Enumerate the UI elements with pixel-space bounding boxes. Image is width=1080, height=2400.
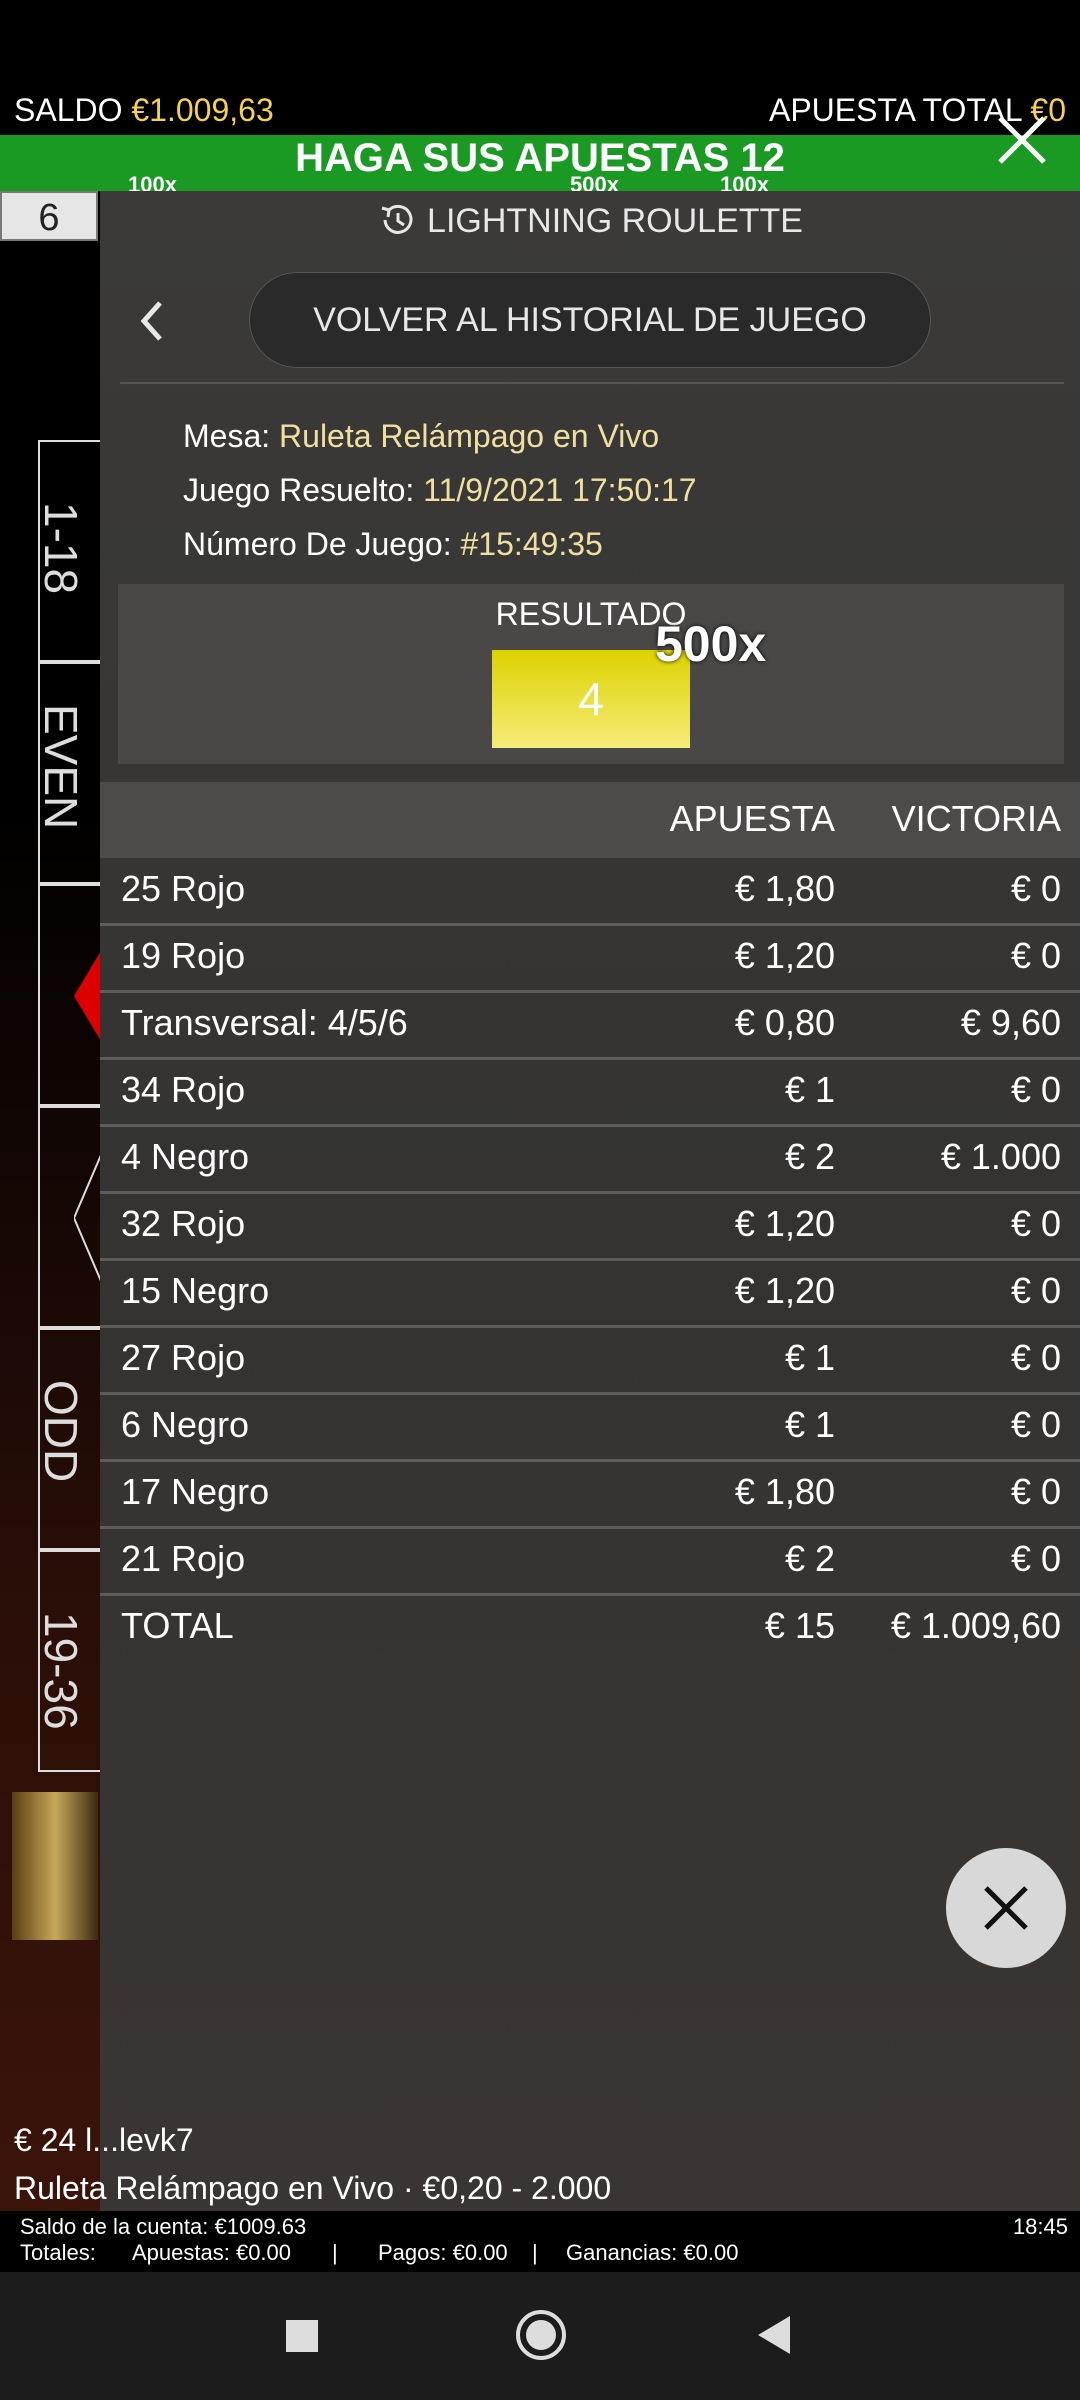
table-row: 19 Rojo € 1,20 € 0 <box>100 925 1080 993</box>
bet-stake: € 1,20 <box>734 935 835 976</box>
bet-spot-red[interactable] <box>38 884 104 1106</box>
totals-winnings: Ganancias: €0.00 <box>566 2240 739 2265</box>
bet-name: Transversal: 4/5/6 <box>121 1002 408 1043</box>
bet-win: € 0 <box>1010 1404 1061 1445</box>
bet-spot-label: ODD <box>35 1380 87 1483</box>
resolved-value: 11/9/2021 17:50:17 <box>423 472 697 508</box>
table-row: 15 Negro € 1,20 € 0 <box>100 1260 1080 1328</box>
bet-spot-odd[interactable]: ODD <box>35 1328 100 1550</box>
table-info-label: Mesa: <box>183 418 271 454</box>
table-row: 4 Negro € 2 € 1.000 <box>100 1126 1080 1194</box>
nav-back-icon[interactable] <box>754 2314 794 2356</box>
bet-win: € 0 <box>1010 1069 1061 1110</box>
bet-name: 34 Rojo <box>121 1069 246 1110</box>
table-row: 25 Rojo € 1,80 € 0 <box>100 858 1080 926</box>
result-multiplier: 500x <box>655 616 767 672</box>
bet-spot-label: 19-36 <box>35 1612 87 1730</box>
game-history-title: LIGHTNING ROULETTE <box>100 200 1080 241</box>
table-limits-info: Ruleta Relámpago en Vivo · €0,20 - 2.000 <box>14 2170 612 2206</box>
bet-win: € 0 <box>1010 1203 1061 1244</box>
last-result-number: 6 <box>0 191 98 241</box>
table-info: Mesa: Ruleta Relámpago en Vivo <box>183 418 659 455</box>
bet-spot-19-36[interactable]: 19-36 <box>35 1550 100 1772</box>
bet-stake: € 2 <box>784 1136 835 1177</box>
total-win: € 1.009,60 <box>890 1605 1061 1646</box>
table-row: 21 Rojo € 2 € 0 <box>100 1528 1080 1596</box>
bet-stake: € 1,20 <box>734 1203 835 1244</box>
bet-win: € 0 <box>1010 1337 1061 1378</box>
bet-stake: € 0,80 <box>734 1002 835 1043</box>
resolved-label: Juego Resuelto: <box>183 472 415 508</box>
bet-stake: € 1,80 <box>734 868 835 909</box>
bet-win: € 0 <box>1010 1270 1061 1311</box>
bet-stake: € 1 <box>784 1404 835 1445</box>
nav-stop-icon[interactable] <box>284 2318 320 2354</box>
clock: 18:45 <box>1012 2214 1068 2239</box>
bet-spot-label: EVEN <box>35 704 87 830</box>
bet-win: € 0 <box>1010 1538 1061 1579</box>
table-info-value: Ruleta Relámpago en Vivo <box>279 418 660 454</box>
bet-name: 21 Rojo <box>121 1538 246 1579</box>
player-bet-info: € 24 l...levk7 <box>14 2122 194 2158</box>
bet-spot-even[interactable]: EVEN <box>35 662 100 884</box>
column-header-bet: APUESTA <box>669 798 835 839</box>
bet-name: 27 Rojo <box>121 1337 246 1378</box>
bet-stake: € 1 <box>784 1069 835 1110</box>
total-row: TOTAL € 15 € 1.009,60 <box>100 1595 1080 1660</box>
table-row: 27 Rojo € 1 € 0 <box>100 1327 1080 1395</box>
divider <box>120 382 1064 384</box>
bet-name: 32 Rojo <box>121 1203 246 1244</box>
bet-name: 17 Negro <box>121 1471 270 1512</box>
close-icon[interactable] <box>992 110 1052 170</box>
table-row: 17 Negro € 1,80 € 0 <box>100 1461 1080 1529</box>
table-row: Transversal: 4/5/6 € 0,80 € 9,60 <box>100 992 1080 1060</box>
dealer-video-thumbnail <box>12 1792 98 1940</box>
bet-stake: € 2 <box>784 1538 835 1579</box>
balance: SALDO €1.009,63 <box>14 92 274 129</box>
bet-spot-label: 1-18 <box>35 502 87 595</box>
bet-stake: € 1 <box>784 1337 835 1378</box>
bet-name: 6 Negro <box>121 1404 250 1445</box>
total-bet-label: APUESTA TOTAL <box>768 92 1022 128</box>
nav-home-icon[interactable] <box>514 2308 568 2362</box>
bet-stake: € 1,80 <box>734 1471 835 1512</box>
game-name: LIGHTNING ROULETTE <box>427 202 803 240</box>
close-icon <box>984 1886 1028 1930</box>
game-number-label: Número De Juego: <box>183 526 452 562</box>
separator: | <box>532 2240 538 2265</box>
bet-win: € 0 <box>1010 1471 1061 1512</box>
bet-name: 4 Negro <box>121 1136 250 1177</box>
balance-label: SALDO <box>14 92 123 128</box>
separator: | <box>332 2240 338 2265</box>
resolved-info: Juego Resuelto: 11/9/2021 17:50:17 <box>183 472 697 509</box>
table-row: 34 Rojo € 1 € 0 <box>100 1059 1080 1127</box>
total-stake: € 15 <box>764 1605 835 1646</box>
totals-label: Totales: <box>20 2240 96 2265</box>
column-header-win: VICTORIA <box>891 798 1061 839</box>
bet-win: € 1.000 <box>940 1136 1061 1177</box>
bet-name: 25 Rojo <box>121 868 246 909</box>
bet-name: 19 Rojo <box>121 935 246 976</box>
bet-spot-1-18[interactable]: 1-18 <box>35 440 100 662</box>
close-panel-button[interactable] <box>946 1848 1066 1968</box>
totals-bets: Apuestas: €0.00 <box>132 2240 292 2265</box>
bet-stake: € 1,20 <box>734 1270 835 1311</box>
history-clock-icon <box>381 204 413 234</box>
bet-win: € 0 <box>1010 868 1061 909</box>
bet-name: 15 Negro <box>121 1270 270 1311</box>
account-balance: Saldo de la cuenta: €1009.63 <box>20 2214 307 2239</box>
table-row: 6 Negro € 1 € 0 <box>100 1394 1080 1462</box>
total-label: TOTAL <box>121 1605 234 1646</box>
game-number-info: Número De Juego: #15:49:35 <box>183 526 603 563</box>
bet-win: € 0 <box>1010 935 1061 976</box>
bet-spot-black[interactable] <box>38 1106 104 1328</box>
table-row: 32 Rojo € 1,20 € 0 <box>100 1193 1080 1261</box>
totals-payouts: Pagos: €0.00 <box>378 2240 508 2265</box>
result-label: RESULTADO <box>495 596 687 632</box>
chevron-left-icon[interactable] <box>130 295 174 347</box>
balance-value: €1.009,63 <box>131 92 274 128</box>
game-number-value: #15:49:35 <box>460 526 603 562</box>
bet-win: € 9,60 <box>960 1002 1061 1043</box>
back-to-history-button[interactable]: VOLVER AL HISTORIAL DE JUEGO <box>249 272 931 368</box>
